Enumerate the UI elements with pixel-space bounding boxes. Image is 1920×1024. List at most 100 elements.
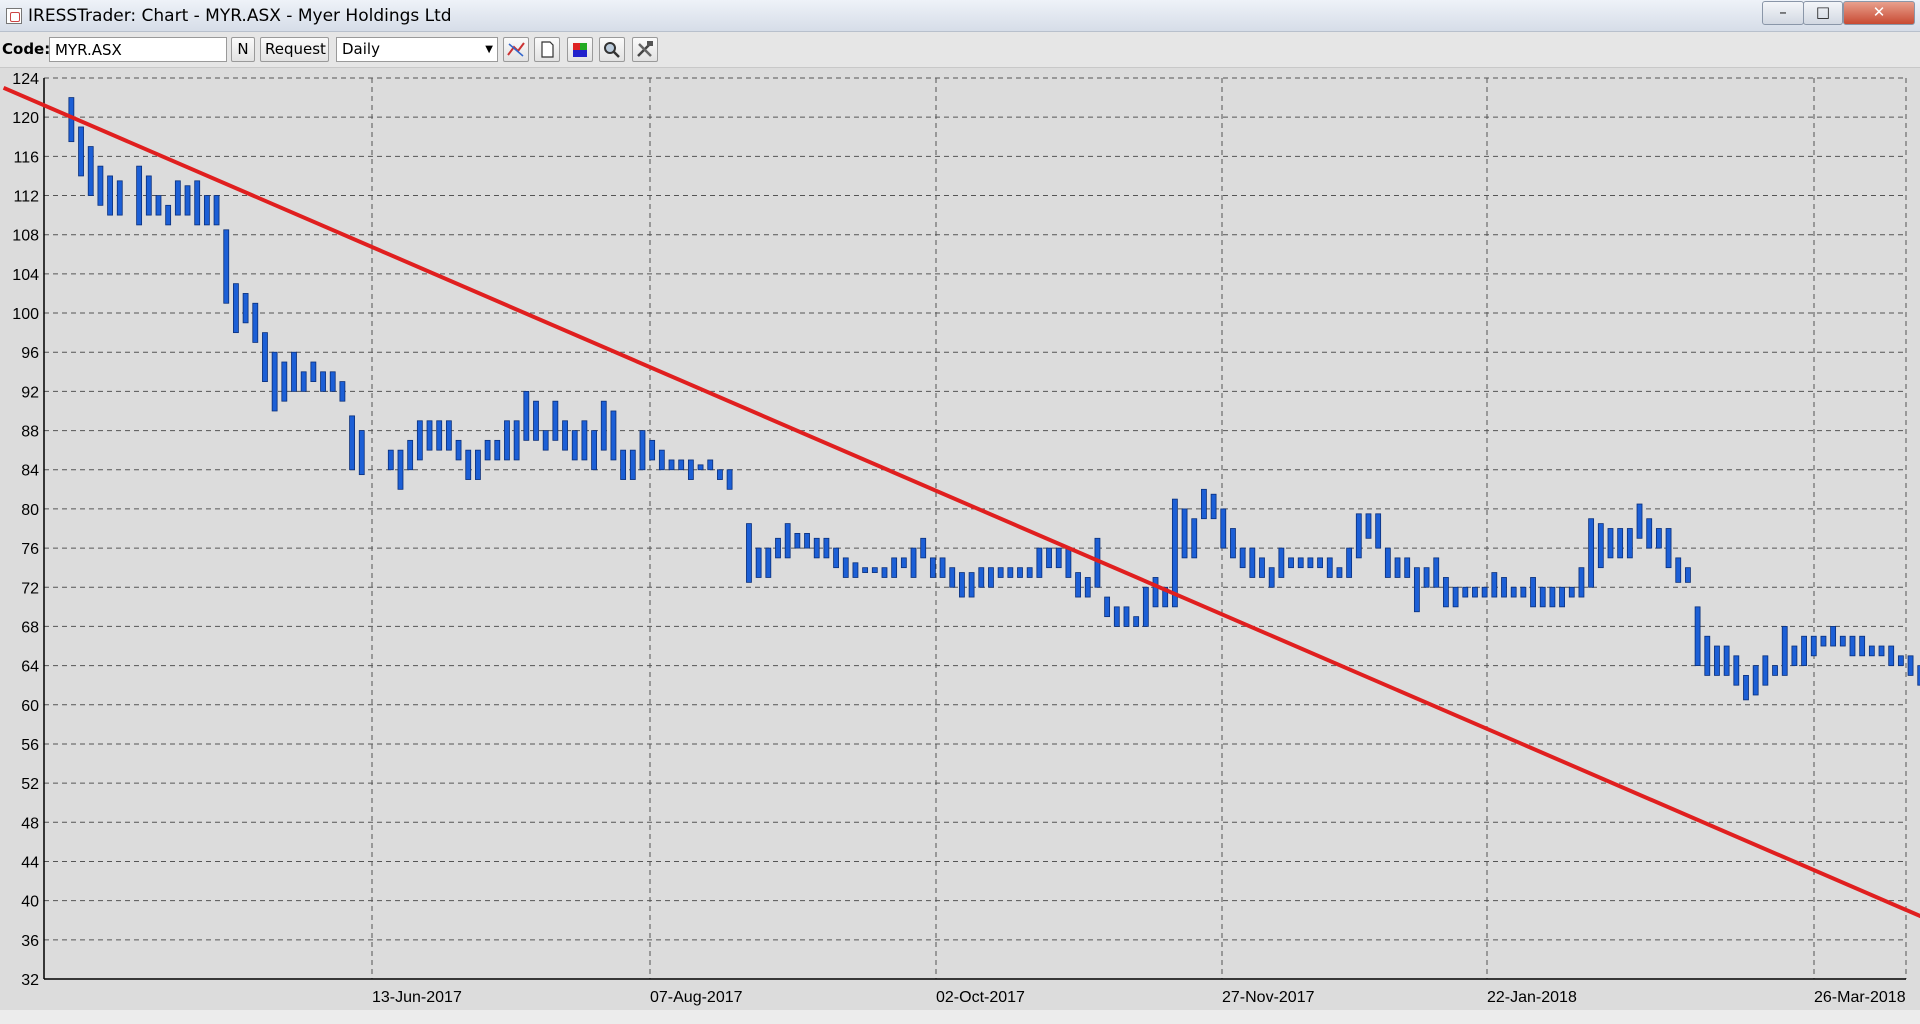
price-bar [1104, 596, 1111, 618]
y-tick-label: 36 [21, 933, 39, 950]
price-bar [262, 332, 268, 382]
price-bar [291, 351, 297, 392]
price-bar [542, 430, 549, 451]
price-bar [1597, 523, 1604, 569]
price-bar [1413, 567, 1420, 613]
price-bar [136, 165, 143, 226]
price-bar [1423, 567, 1430, 588]
price-bar [1530, 577, 1536, 608]
price-bar [107, 175, 113, 216]
price-bar [339, 381, 346, 402]
price-bar [397, 449, 404, 490]
price-bar [746, 523, 752, 583]
price-bar [1123, 606, 1130, 627]
price-bar [465, 449, 472, 480]
price-bar [184, 185, 191, 216]
price-bar [1152, 577, 1159, 608]
color-button[interactable] [567, 37, 593, 62]
tools-icon [637, 41, 653, 57]
price-bar [1510, 586, 1517, 598]
y-tick-label: 44 [21, 854, 39, 871]
price-bar [1578, 567, 1585, 598]
maximize-icon: □ [1815, 3, 1831, 21]
price-bar [1685, 567, 1691, 583]
tools-button[interactable] [632, 37, 658, 62]
x-tick-label: 27-Nov-2017 [1222, 989, 1315, 1006]
request-button[interactable]: Request [260, 37, 329, 62]
y-tick-label: 56 [21, 737, 39, 754]
price-bar [929, 557, 936, 578]
price-bar [668, 459, 675, 471]
chart-style-button[interactable] [503, 37, 529, 62]
zoom-button[interactable] [599, 37, 625, 62]
price-bar [920, 537, 927, 559]
price-chart[interactable]: 32 36 40 44 48 52 56 60 64 68 72 76 80 84 88 92 96 100 104… [0, 68, 1920, 1010]
price-bar [581, 420, 588, 461]
price-bar [949, 567, 956, 588]
price-bar [1433, 557, 1440, 588]
price-bar [1888, 645, 1895, 667]
code-label: Code: [2, 40, 51, 58]
new-page-button[interactable] [534, 37, 560, 62]
price-bar [203, 195, 210, 226]
app-icon [6, 8, 22, 24]
close-button[interactable]: ✕ [1843, 1, 1915, 25]
price-bar [1443, 577, 1449, 608]
price-bar [1491, 572, 1498, 598]
price-bar [794, 532, 801, 549]
price-bar [1404, 557, 1411, 578]
y-tick-label: 76 [21, 541, 39, 558]
price-bar [1046, 547, 1052, 569]
price-bar [1017, 567, 1023, 578]
y-tick-label: 84 [21, 463, 39, 480]
price-bar [407, 439, 414, 471]
price-bar [1636, 503, 1643, 539]
window-titlebar: IRESSTrader: Chart - MYR.ASX - Myer Hold… [0, 0, 1920, 32]
price-bar [649, 439, 656, 461]
maximize-button[interactable]: □ [1803, 1, 1843, 25]
price-bar [213, 195, 220, 226]
price-bar [1617, 528, 1624, 559]
price-bar [1655, 528, 1662, 549]
status-strip [0, 1010, 1920, 1024]
price-bar [1607, 528, 1614, 559]
price-bar [1481, 586, 1488, 598]
close-icon: ✕ [1872, 3, 1886, 21]
minimize-button[interactable]: – [1762, 1, 1804, 25]
price-bar [1588, 518, 1595, 588]
price-bar [1288, 557, 1294, 569]
price-bar [726, 469, 733, 490]
price-bar [436, 420, 443, 451]
price-bar [1171, 498, 1178, 608]
price-bar [174, 180, 181, 216]
y-tick-label: 104 [12, 267, 39, 284]
price-bar [533, 400, 539, 441]
price-bar [1723, 645, 1730, 676]
price-bar [1626, 528, 1633, 559]
period-value: Daily [342, 40, 380, 58]
price-bar [755, 547, 762, 578]
price-bar [997, 567, 1004, 578]
price-bar [707, 459, 714, 471]
price-bar [852, 562, 859, 578]
price-bar [358, 430, 365, 476]
price-bar [349, 415, 355, 471]
price-bar [494, 439, 501, 461]
price-bar [1849, 635, 1856, 657]
price-bar [881, 567, 888, 578]
price-bar [1675, 557, 1682, 583]
price-bar [871, 567, 878, 573]
price-bar [1220, 508, 1227, 549]
y-tick-label: 100 [12, 306, 39, 323]
y-tick-label: 120 [12, 110, 39, 127]
period-select[interactable]: Daily ▼ [336, 37, 498, 62]
price-bar [1346, 547, 1353, 578]
price-bar [1868, 645, 1875, 657]
price-bar [910, 547, 917, 578]
n-button[interactable]: N [231, 37, 255, 62]
price-bar [1830, 626, 1837, 647]
price-bar [1259, 557, 1265, 578]
price-bar [329, 371, 336, 392]
price-bar [1133, 616, 1140, 627]
code-input[interactable] [49, 37, 227, 62]
